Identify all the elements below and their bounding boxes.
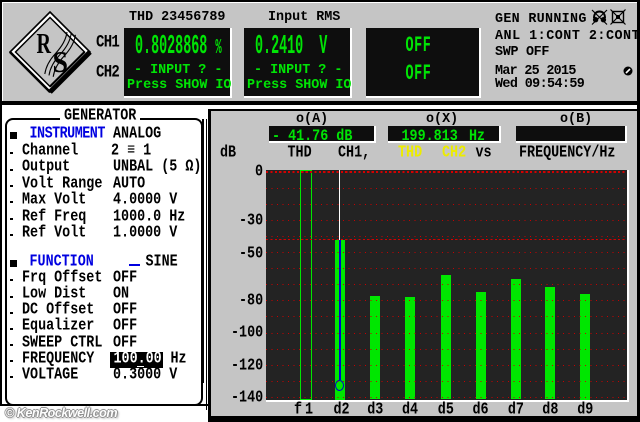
- svg-text:S: S: [53, 44, 69, 79]
- svg-text:R: R: [37, 29, 52, 60]
